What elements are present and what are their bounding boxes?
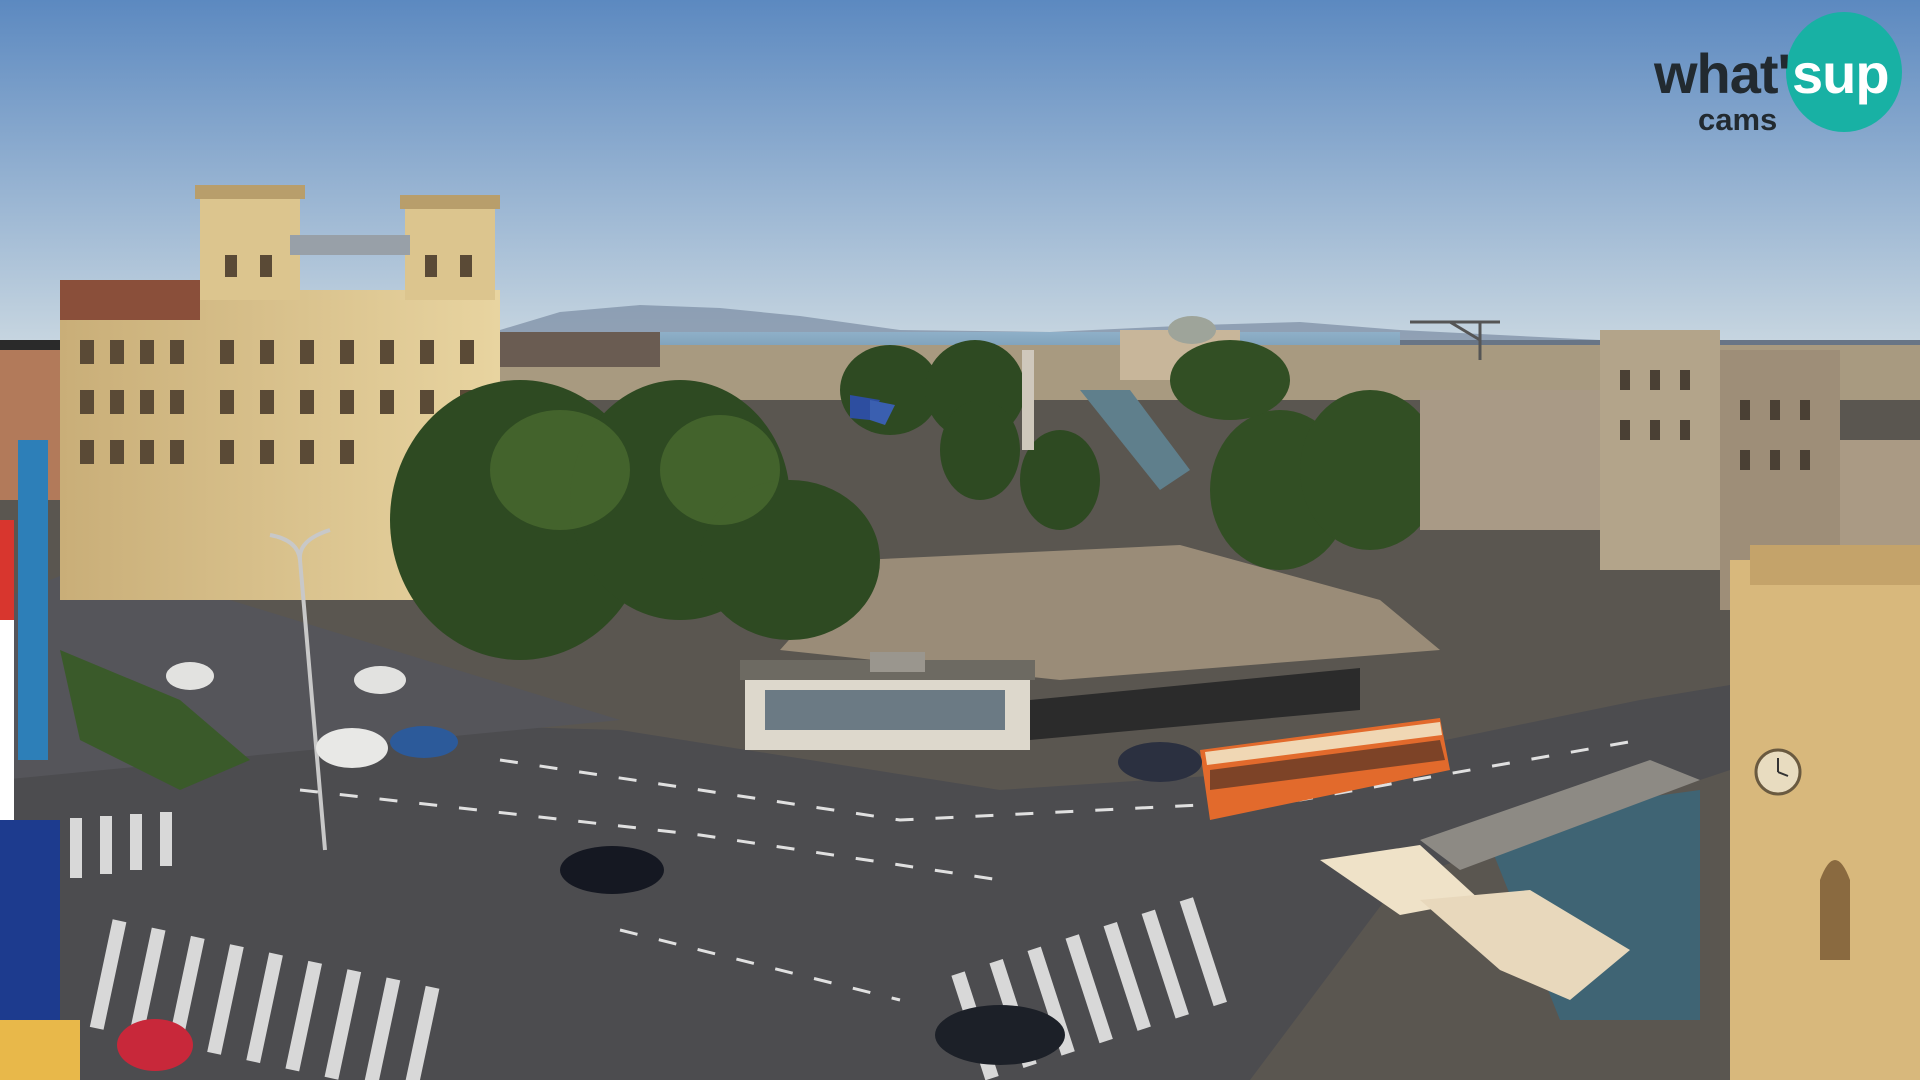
car-blue-left bbox=[390, 726, 458, 758]
logo-text-sup: sup bbox=[1792, 42, 1890, 105]
car-red-bottom bbox=[117, 1019, 193, 1071]
dome bbox=[1168, 316, 1216, 344]
monument-column bbox=[1022, 350, 1034, 450]
car-black-center bbox=[560, 846, 664, 894]
car-white-parked-2 bbox=[166, 662, 214, 690]
car-gray-right bbox=[1118, 742, 1202, 782]
car-white-left bbox=[316, 728, 388, 768]
car-white-parked bbox=[354, 666, 406, 694]
blue-flag bbox=[18, 440, 48, 760]
logo-text-what: what' bbox=[1654, 42, 1791, 105]
car-dark-bottom bbox=[935, 1005, 1065, 1065]
whatsup-cams-logo: what' sup cams bbox=[1650, 12, 1905, 137]
logo-text-cams: cams bbox=[1698, 102, 1778, 137]
kiosk-building bbox=[740, 652, 1035, 750]
webcam-scene bbox=[0, 0, 1920, 1080]
clock-tower bbox=[1730, 545, 1920, 1080]
harbor-building bbox=[500, 332, 660, 367]
